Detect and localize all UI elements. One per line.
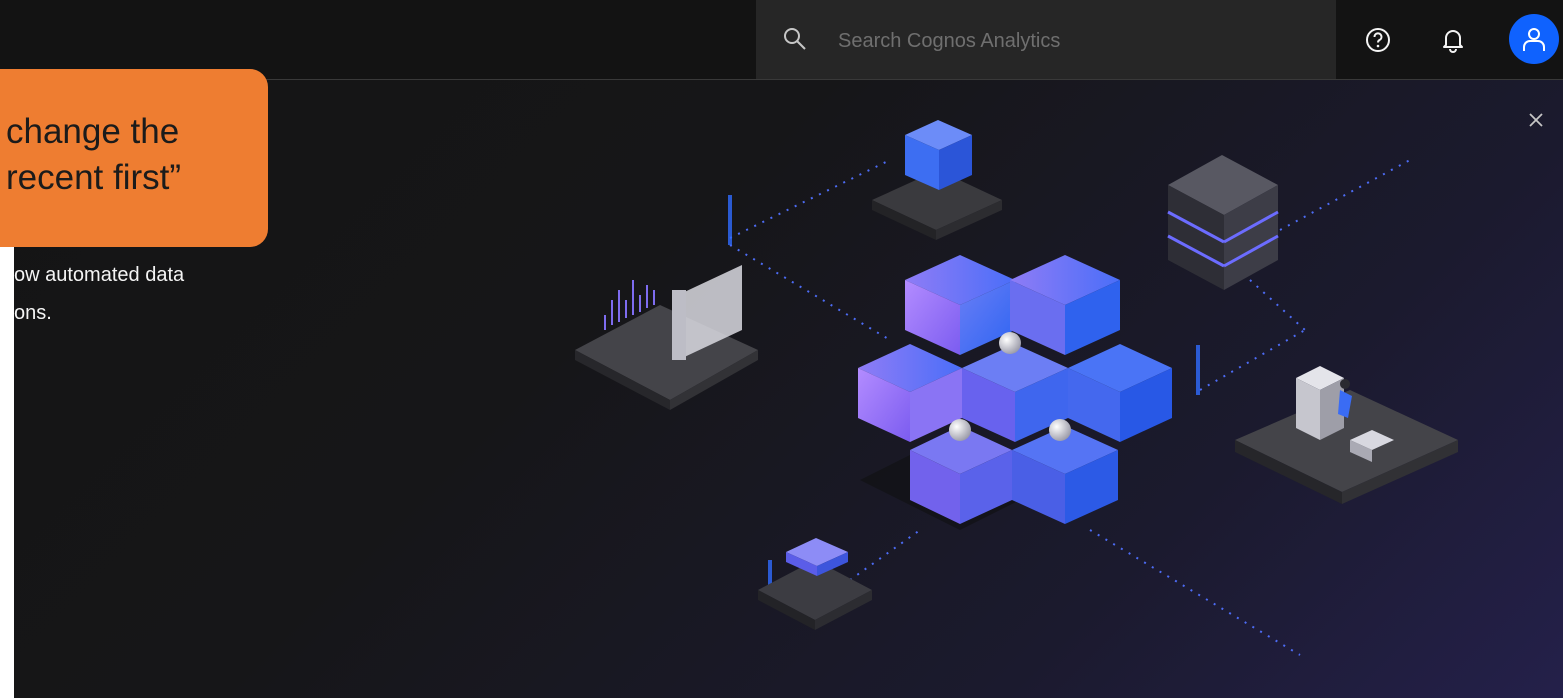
annotation-callout: change the recent first” xyxy=(0,69,268,247)
description-line: ow automated data xyxy=(14,264,185,286)
callout-line: change the xyxy=(6,112,180,151)
cube-cluster xyxy=(858,255,1172,530)
light-beam xyxy=(1196,345,1200,395)
user-icon xyxy=(1523,28,1545,51)
worker-platform xyxy=(1235,366,1458,504)
server-stack xyxy=(1167,155,1279,290)
help-icon xyxy=(1366,28,1390,52)
search-input[interactable] xyxy=(836,22,1320,60)
user-avatar-button[interactable] xyxy=(1509,14,1559,64)
help-button[interactable] xyxy=(1358,20,1398,60)
close-icon xyxy=(1529,113,1543,127)
panel-description: ow automated data ons. xyxy=(14,256,184,332)
callout-line: recent first” xyxy=(6,158,182,197)
search-icon xyxy=(784,28,806,50)
analyst-platform xyxy=(575,265,758,410)
bell-icon xyxy=(1443,30,1463,53)
search-bar[interactable] xyxy=(756,0,1336,79)
chip-platform xyxy=(758,538,872,630)
hero-illustration xyxy=(575,120,1458,656)
top-cube-platform xyxy=(872,120,1002,240)
description-line: ons. xyxy=(14,302,52,324)
top-header-bar xyxy=(0,0,1563,80)
light-beam xyxy=(728,195,732,245)
notifications-button[interactable] xyxy=(1433,20,1473,60)
close-panel-button[interactable] xyxy=(1524,108,1548,132)
